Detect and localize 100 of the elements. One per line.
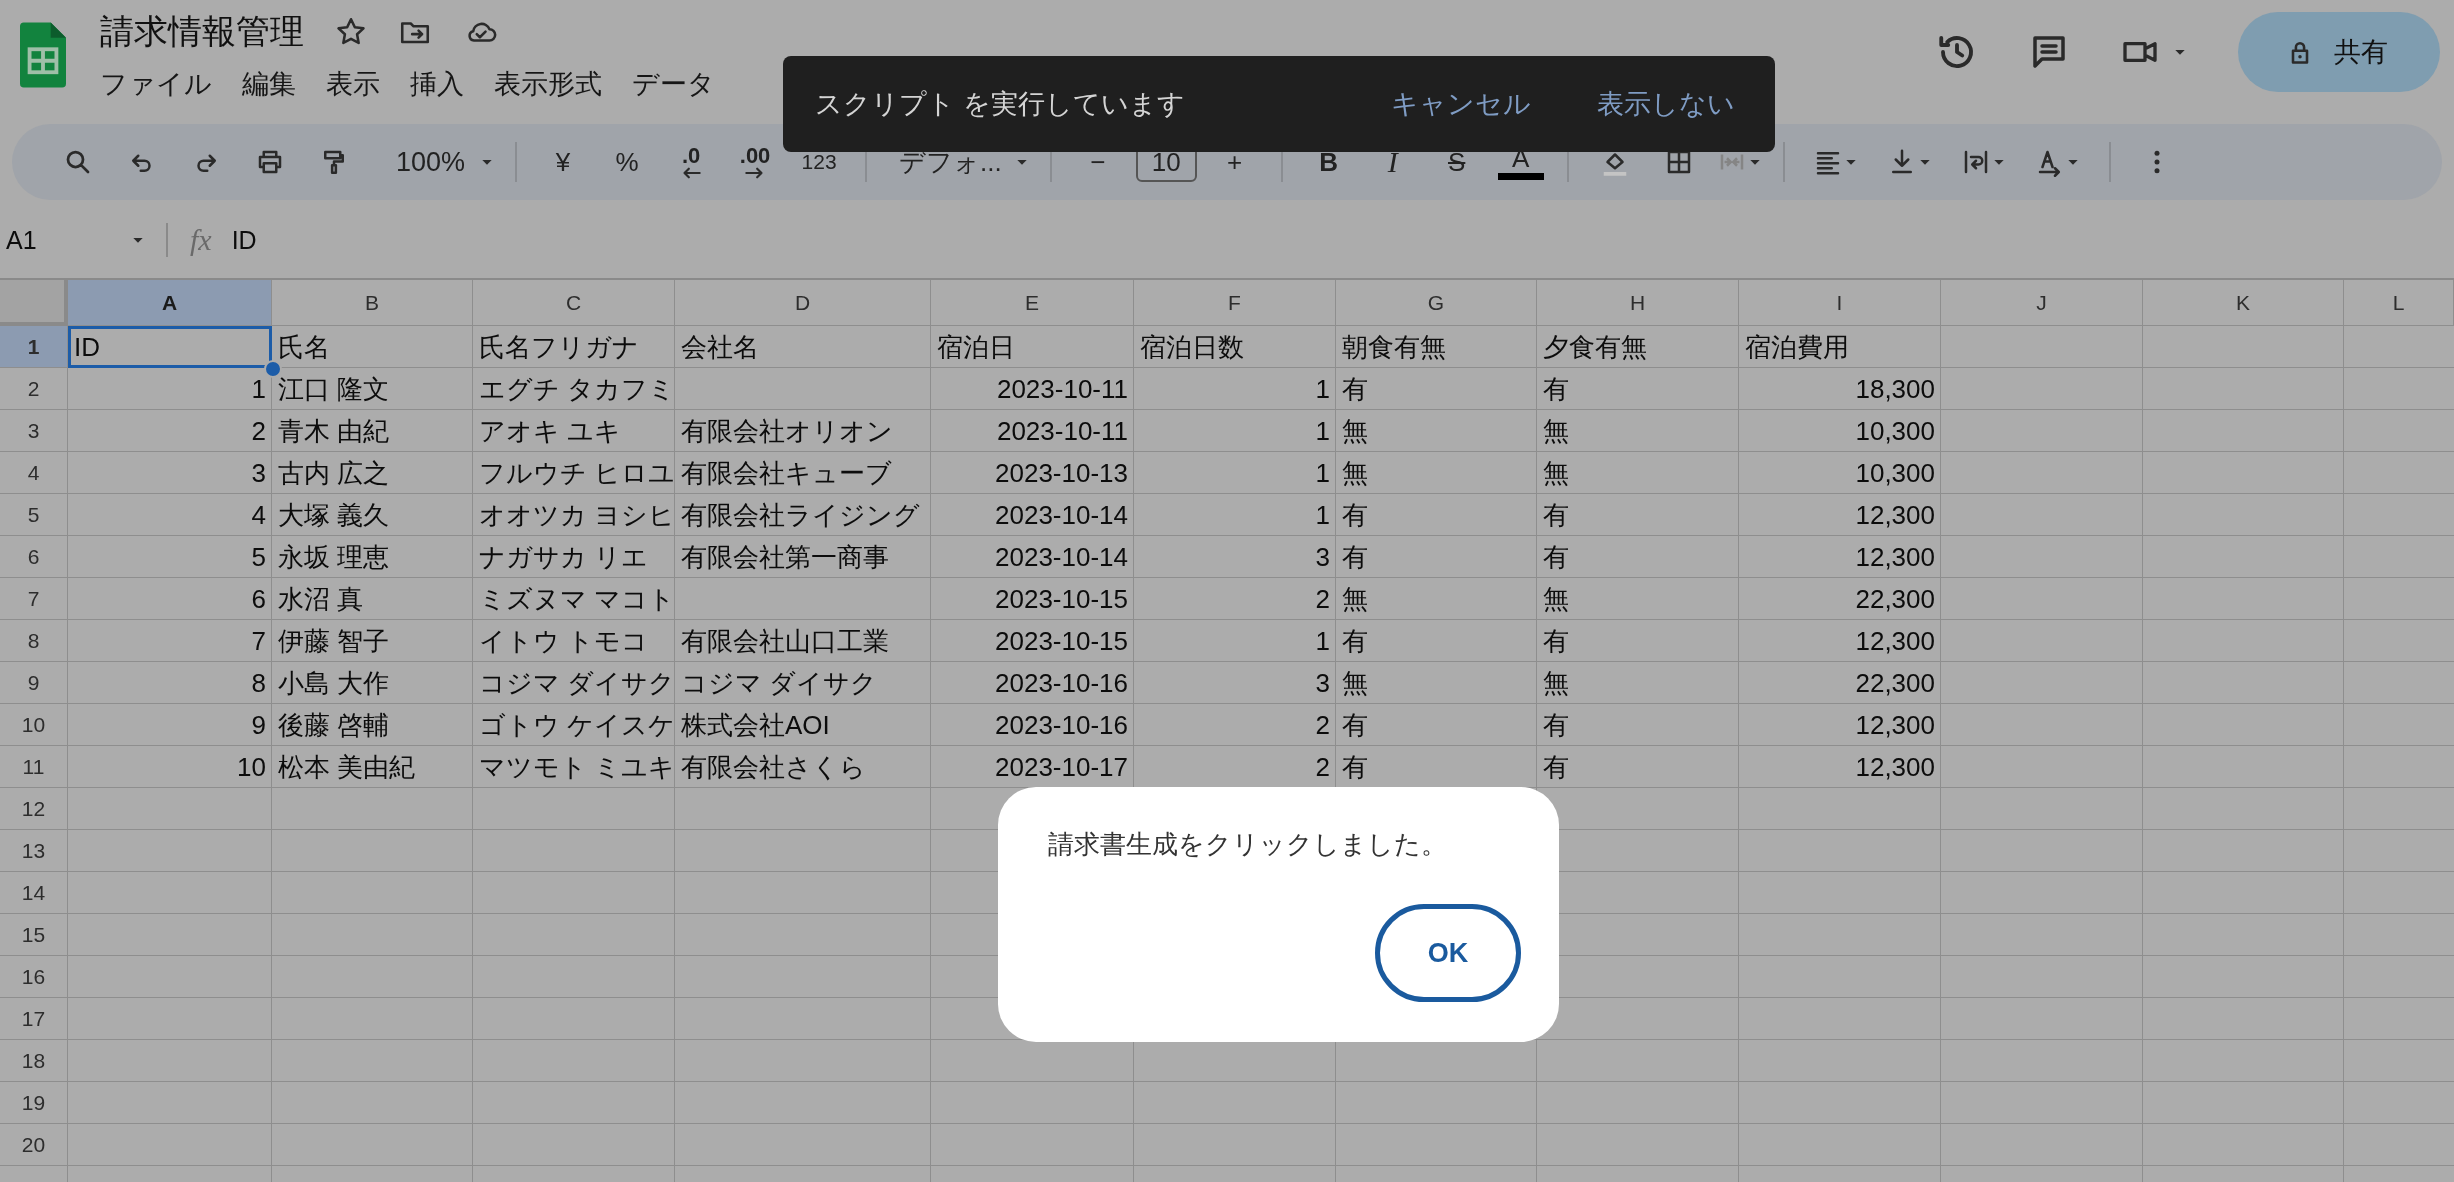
table-cell-text: 松本 美由紀 [278,750,416,784]
decrease-font-size-button[interactable]: − [1065,132,1130,192]
currency-button[interactable]: ¥ [531,132,596,192]
table-cell: 2023-10-14 [995,541,1128,573]
table-cell: 22,300 [1855,583,1935,615]
table-cell-text: ミズヌマ マコト [479,582,676,616]
table-cell-text: 有 [1543,498,1569,532]
menu-item[interactable]: 挿入 [410,66,464,102]
table-cell-text: 古内 広之 [278,456,390,490]
snackbar-action[interactable]: キャンセル [1391,86,1531,122]
document-title[interactable]: 請求情報管理 [100,9,304,55]
table-cell-text: 無 [1342,414,1368,448]
column-header[interactable]: A [68,280,272,326]
table-cell: 4 [251,499,266,531]
table-cell-text: 有限会社第一商事 [681,540,889,574]
table-cell-text: 小島 大作 [278,666,390,700]
table-cell-text: 有 [1543,624,1569,658]
table-cell-text: マツモト ミユキ [479,750,676,784]
table-cell-text: エグチ タカフミ [479,372,676,406]
table-cell: 18,300 [1855,373,1935,405]
table-cell-text: 江口 隆文 [278,372,390,406]
table-cell: 10,300 [1855,457,1935,489]
table-cell-text: 無 [1543,582,1569,616]
table-cell: 2023-10-11 [996,373,1128,405]
table-cell-text: 有 [1342,540,1368,574]
table-cell-text: 株式会社AOI [681,708,830,742]
table-cell-text: 有 [1342,750,1368,784]
formula-input[interactable]: ID [231,225,257,255]
table-cell: 2 [1315,709,1330,741]
table-cell-text: コジマ ダイサク [681,666,878,700]
table-cell: 12,300 [1855,499,1935,531]
menu-item[interactable]: 表示 [326,66,380,102]
fill-handle[interactable] [264,360,282,378]
table-cell-text: オオツカ ヨシヒ [479,498,676,532]
table-cell: 2023-10-16 [995,709,1128,741]
table-cell: 3 [1315,541,1330,573]
table-cell: 5 [251,541,266,573]
table-cell-text: 氏名 [278,330,330,364]
table-cell-text: 夕食有無 [1543,330,1647,364]
table-cell-text: ナガサカ リエ [479,540,649,574]
table-cell: 2023-10-14 [995,499,1128,531]
table-cell: 10,300 [1855,415,1935,447]
table-cell-text: 有限会社ライジング [681,498,920,532]
table-cell: 1 [1315,625,1330,657]
ok-button[interactable]: OK [1375,904,1521,1002]
dialog-message: 請求書生成をクリックしました。 [1048,828,1448,861]
table-cell: 1 [1315,415,1330,447]
table-cell-text: 有 [1342,372,1368,406]
table-cell: 2023-10-15 [995,625,1128,657]
selected-cell[interactable]: ID [68,326,272,368]
table-cell-text: 後藤 啓輔 [278,708,390,742]
menu-item[interactable]: 編集 [242,66,296,102]
table-cell: 3 [1315,667,1330,699]
table-cell-text: 有 [1543,372,1569,406]
table-cell-text: 有 [1342,498,1368,532]
row-header[interactable]: 1 [0,326,68,368]
increase-font-size-button[interactable]: + [1202,132,1267,192]
menu-item[interactable]: ファイル [100,66,212,102]
decrease-decimals-button[interactable]: .0 [659,132,724,192]
formula-label: fx [190,223,212,257]
table-cell-text: 有限会社キューブ [681,456,892,490]
table-cell-text: アオキ ユキ [479,414,622,448]
number-format-button[interactable]: 123 [787,132,852,192]
table-cell-text: 有 [1543,708,1569,742]
bold-button[interactable]: B [1296,132,1361,192]
table-cell: 1 [1315,373,1330,405]
italic-button[interactable]: I [1360,132,1425,192]
table-cell: 6 [251,583,266,615]
table-cell-text: 会社名 [681,330,759,364]
name-box[interactable]: A1 [6,225,37,255]
table-cell-text: 朝食有無 [1342,330,1446,364]
percent-button[interactable]: % [595,132,660,192]
table-cell-text: コジマ ダイサク [479,666,676,700]
table-cell-text: 無 [1342,666,1368,700]
table-cell-text: 大塚 義久 [278,498,390,532]
sheets-logo-icon [20,22,66,88]
table-cell-text: 有限会社オリオン [681,414,893,448]
snackbar-action[interactable]: 表示しない [1597,86,1735,122]
table-cell-text: イトウ トモコ [479,624,649,658]
menu-item[interactable]: データ [632,66,715,102]
font-dropdown[interactable]: デフォ... [881,132,1036,192]
snackbar-message: スクリプト を実行しています [815,88,1185,121]
table-cell: 8 [251,667,266,699]
table-cell-text: 青木 由紀 [278,414,390,448]
share-button[interactable]: 共有 [2238,12,2440,92]
table-cell: 12,300 [1855,541,1935,573]
table-cell: 7 [251,625,266,657]
strikethrough-button[interactable]: S [1424,132,1489,192]
table-cell-text: 無 [1543,414,1569,448]
table-cell-text: 有 [1342,624,1368,658]
zoom-dropdown[interactable]: 100% [366,132,502,192]
increase-decimals-button[interactable]: .00 [723,132,788,192]
table-cell: 12,300 [1855,709,1935,741]
column-header[interactable]: L [2344,280,2454,326]
table-cell: 10 [237,751,266,783]
table-cell-text: フルウチ ヒロユ [479,456,676,490]
menu-item[interactable]: 表示形式 [494,66,602,102]
table-cell: 2023-10-13 [995,457,1128,489]
table-cell: ID [74,331,100,363]
table-cell-text: 宿泊費用 [1745,330,1849,364]
